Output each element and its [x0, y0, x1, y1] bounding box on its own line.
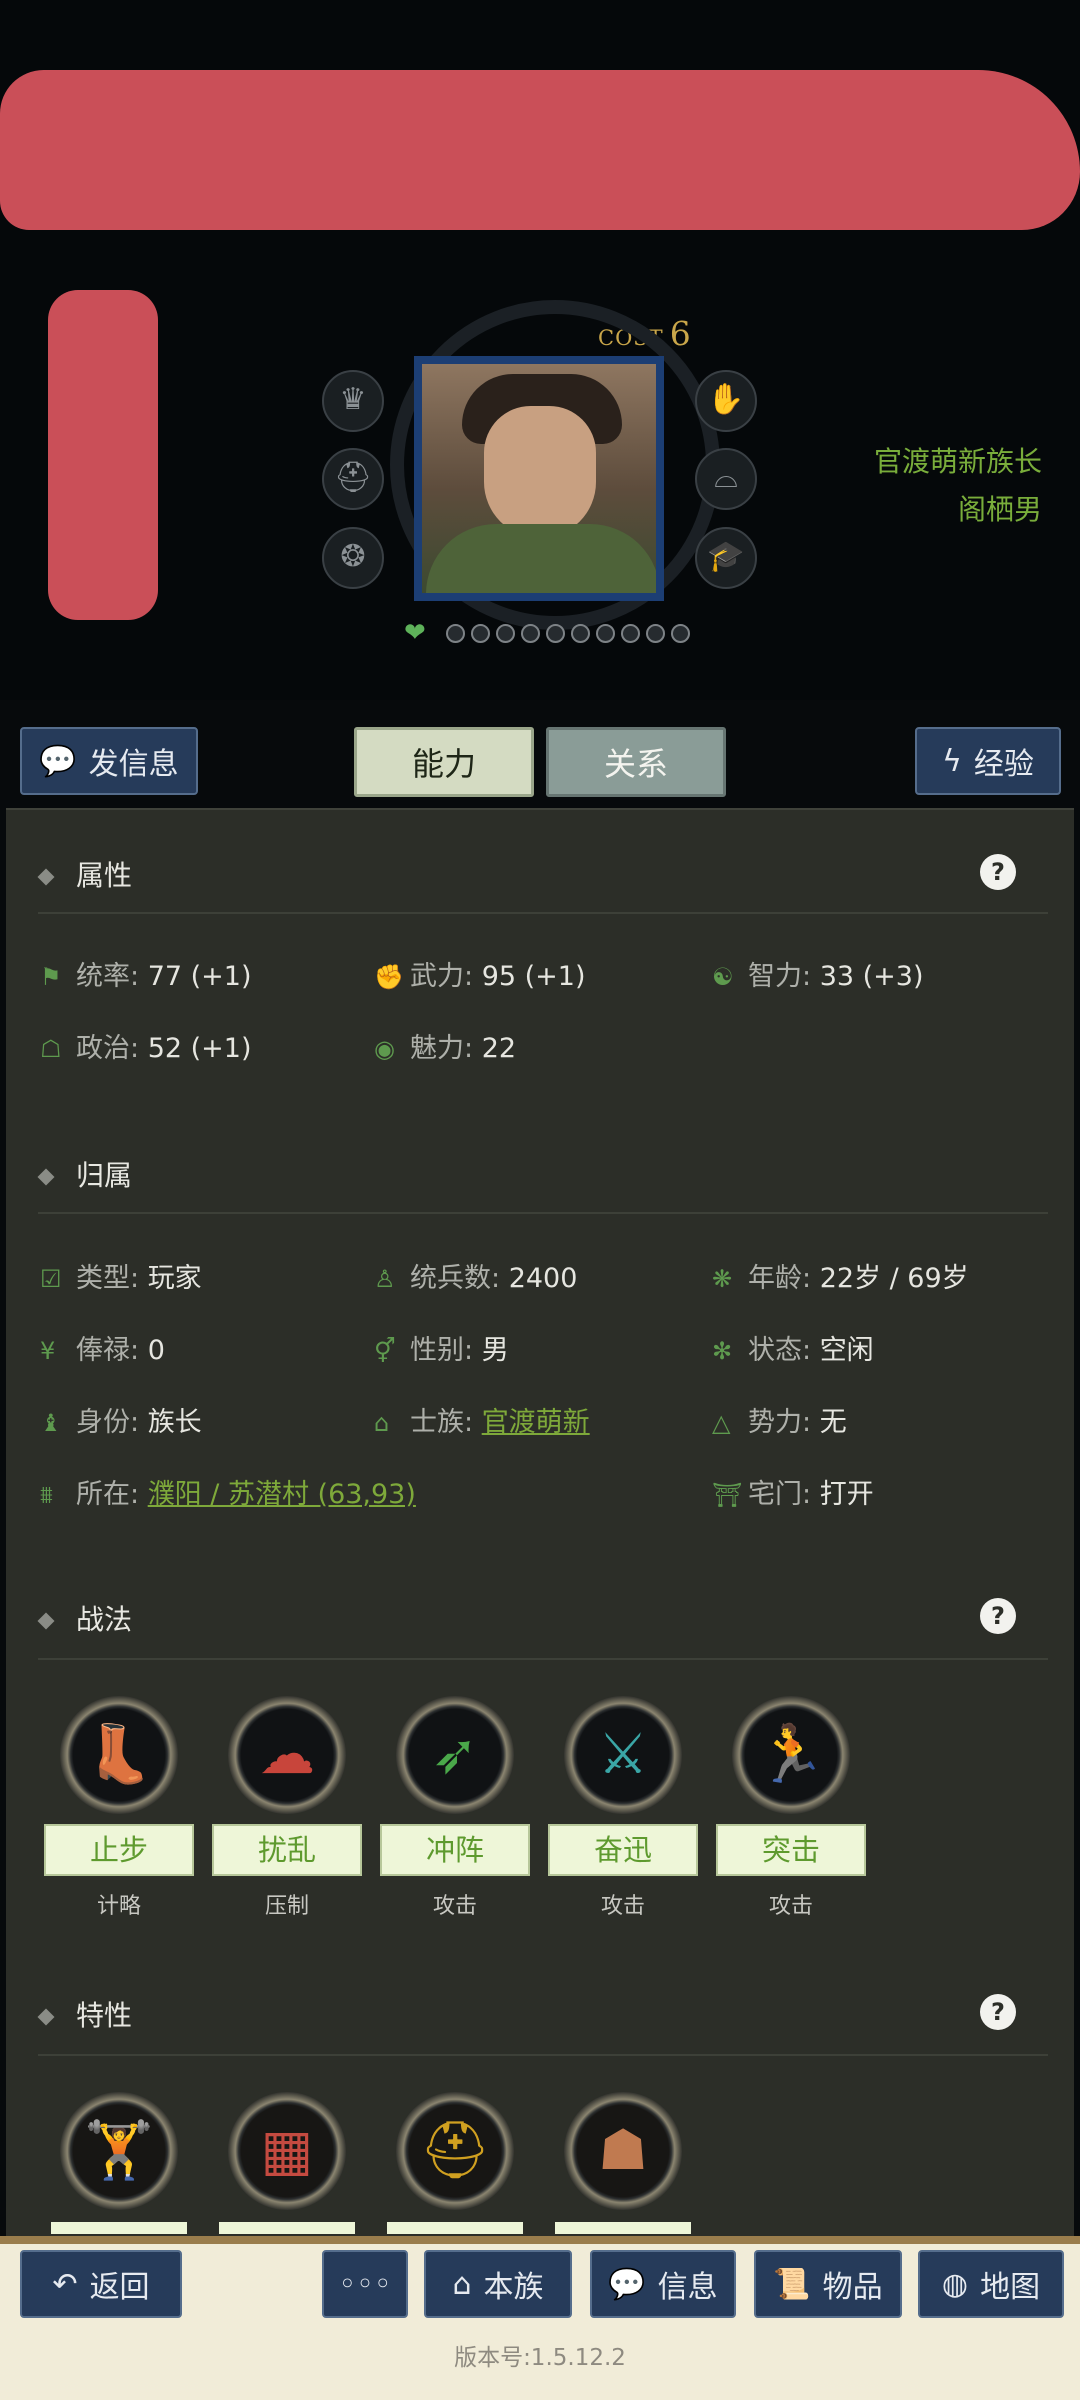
clan-icon: ⌂	[374, 1409, 390, 1437]
tab-ability[interactable]: 能力	[354, 727, 534, 797]
gate-icon: ⛩	[712, 1481, 743, 1509]
force-icon: △	[712, 1409, 731, 1437]
field-gate: ⛩ 宅门: 打开	[712, 1479, 874, 1510]
section-traits-title: 特性	[37, 1994, 132, 2034]
section-tactics-title: 战法	[37, 1598, 132, 1638]
attr-charm: ◉ 魅力: 22	[374, 1033, 517, 1064]
section-belonging-title: 归属	[37, 1154, 132, 1194]
identity-icon: ♝	[40, 1409, 62, 1437]
field-force: △ 势力: 无	[712, 1407, 847, 1438]
trait-item[interactable]: ⛑	[380, 2092, 530, 2234]
trait-item[interactable]: 🏋	[44, 2092, 194, 2234]
star-dots	[446, 624, 696, 647]
tactic-item[interactable]: 🏃 突击 攻击	[716, 1696, 866, 1920]
ghost-icon: ☗	[564, 2092, 682, 2210]
character-name: 阁栖男	[957, 493, 1042, 526]
attr-intelligence: ☯ 智力: 33 (+3)	[712, 961, 924, 992]
scroll-icon: 📜	[773, 2266, 811, 2302]
section-attributes-title: 属性	[37, 854, 132, 894]
field-location: ⩩ 所在: 濮阳 / 苏潜村 (63,93)	[40, 1479, 416, 1510]
yen-icon: ¥	[40, 1337, 56, 1365]
experience-button[interactable]: ϟ 经验	[915, 727, 1061, 795]
send-message-button[interactable]: 💬 发信息	[20, 727, 198, 795]
arrows-icon: ➶	[396, 1696, 514, 1814]
age-icon: ❋	[712, 1265, 733, 1293]
tactic-item[interactable]: ➶ 冲阵 攻击	[380, 1696, 530, 1920]
clan-icon: ⌂	[452, 2266, 472, 2302]
info-button[interactable]: 💬 信息	[590, 2250, 736, 2318]
chat-icon: 💬	[39, 743, 77, 779]
more-icon: ◦◦◦	[338, 2266, 392, 2302]
soldier-icon: ♙	[374, 1265, 396, 1293]
graduation-cap-icon[interactable]: 🎓	[695, 527, 757, 589]
field-age: ❋ 年龄: 22岁 / 69岁	[712, 1263, 969, 1294]
tactic-item[interactable]: ⚔ 奋迅 攻击	[548, 1696, 698, 1920]
tab-relation[interactable]: 关系	[546, 727, 726, 797]
field-status: ✻ 状态: 空闲	[712, 1335, 874, 1366]
back-arrow-icon: ↶	[52, 2266, 78, 2302]
attr-command: ⚑ 统率: 77 (+1)	[40, 961, 252, 992]
field-gender: ⚥ 性别: 男	[374, 1335, 509, 1366]
boot-icon: 👢	[60, 1696, 178, 1814]
clan-link[interactable]: 官渡萌新	[482, 1407, 590, 1438]
status-icon: ✻	[712, 1337, 733, 1365]
lightning-icon: ϟ	[942, 743, 962, 779]
horned-helmet-icon: ⛑	[396, 2092, 514, 2210]
hat-icon[interactable]: ⌓	[695, 448, 757, 510]
flag-icon: ⚑	[40, 963, 62, 991]
helmet-icon[interactable]: ⛑	[322, 448, 384, 510]
version-label: 版本号:1.5.12.2	[454, 2345, 626, 2371]
redacted-region	[48, 290, 158, 620]
eye-icon: ◉	[374, 1035, 395, 1063]
help-icon[interactable]: ?	[980, 854, 1016, 890]
tactic-item[interactable]: ☁ 扰乱 压制	[212, 1696, 362, 1920]
pouch-icon: ☖	[40, 1035, 62, 1063]
trait-item[interactable]: ☗	[548, 2092, 698, 2234]
chat-icon: 💬	[608, 2266, 646, 2302]
globe-icon: ◍	[941, 2266, 969, 2302]
tactic-item[interactable]: 👢 止步 计略	[44, 1696, 194, 1920]
gender-icon: ⚥	[374, 1337, 396, 1365]
help-icon[interactable]: ?	[980, 1598, 1016, 1634]
trait-item[interactable]: ▦	[212, 2092, 362, 2234]
clan-button[interactable]: ⌂ 本族	[424, 2250, 572, 2318]
field-identity: ♝ 身份: 族长	[40, 1407, 202, 1438]
crossed-swords-icon: ⚔	[564, 1696, 682, 1814]
tree-bark-icon: ▦	[228, 2092, 346, 2210]
brain-icon: ☯	[712, 963, 734, 991]
calendar-icon: ☑	[40, 1265, 62, 1293]
crown-icon[interactable]: ♛	[322, 370, 384, 432]
map-button[interactable]: ◍ 地图	[918, 2250, 1064, 2318]
grass-icon: ⩩	[40, 1481, 53, 1509]
items-button[interactable]: 📜 物品	[754, 2250, 902, 2318]
hand-coin-icon[interactable]: ✋	[695, 370, 757, 432]
lion-icon[interactable]: ❂	[322, 527, 384, 589]
charge-icon: 🏃	[732, 1696, 850, 1814]
more-button[interactable]: ◦◦◦	[322, 2250, 408, 2318]
divider	[0, 2236, 1080, 2244]
field-salary: ¥ 俸禄: 0	[40, 1335, 165, 1366]
muscle-icon: ✊	[374, 963, 404, 991]
info-panel: 属性 ? ⚑ 统率: 77 (+1) ✊ 武力: 95 (+1) ☯ 智力: 33 (…	[6, 808, 1074, 2238]
attr-politics: ☖ 政治: 52 (+1)	[40, 1033, 252, 1064]
back-button[interactable]: ↶ 返回	[20, 2250, 182, 2318]
location-link[interactable]: 濮阳 / 苏潜村 (63,93)	[148, 1479, 416, 1510]
redacted-region	[0, 70, 1080, 230]
clan-title: 官渡萌新族长 阁栖男	[874, 438, 1042, 534]
strongman-icon: 🏋	[60, 2092, 178, 2210]
cloud-icon: ☁	[228, 1696, 346, 1814]
heart-icon: ❤	[404, 618, 426, 648]
avatar[interactable]	[414, 356, 664, 601]
help-icon[interactable]: ?	[980, 1994, 1016, 2030]
field-type: ☑ 类型: 玩家	[40, 1263, 202, 1294]
attr-force: ✊ 武力: 95 (+1)	[374, 961, 586, 992]
field-troops: ♙ 统兵数: 2400	[374, 1263, 578, 1294]
field-clan: ⌂ 士族: 官渡萌新	[374, 1407, 590, 1438]
